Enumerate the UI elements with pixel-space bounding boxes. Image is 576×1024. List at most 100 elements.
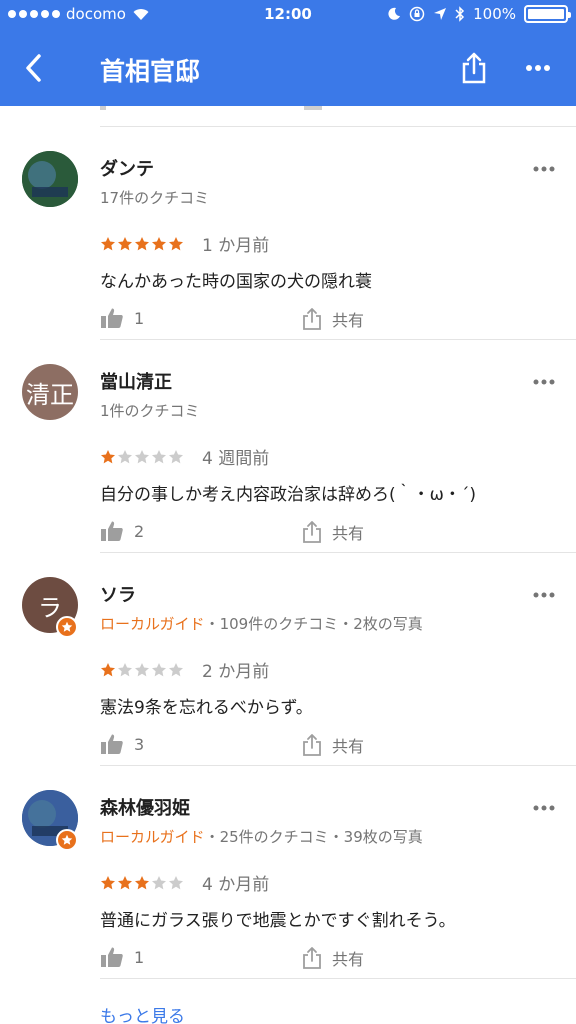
- review-date: 2 か月前: [202, 662, 270, 682]
- share-icon: [303, 947, 321, 969]
- review-text: なんかあった時の国家の犬の隠れ蓑: [100, 272, 372, 292]
- more-reviews-link[interactable]: もっと見る: [100, 1002, 185, 1024]
- more-horizontal-icon: [533, 166, 555, 172]
- rating-row: 4 週間前: [100, 444, 269, 469]
- share-label: 共有: [332, 737, 365, 756]
- star-rating: [100, 449, 184, 465]
- local-guide-star-icon: [56, 616, 78, 638]
- star-rating: [100, 236, 184, 252]
- rating-row: 4 か月前: [100, 870, 269, 895]
- share-icon: [303, 734, 321, 756]
- reviewer-name[interactable]: 當山清正: [100, 368, 172, 394]
- like-count: 3: [134, 734, 145, 754]
- share-button[interactable]: [454, 48, 494, 88]
- location-arrow-icon: [434, 8, 447, 20]
- thumbs-up-icon: [101, 521, 123, 541]
- avatar-initial: ラ: [38, 593, 62, 622]
- more-options-button[interactable]: [518, 48, 558, 88]
- back-button[interactable]: [16, 50, 52, 86]
- share-label: 共有: [332, 950, 365, 969]
- page-title: 首相官邸: [100, 57, 201, 86]
- like-count: 2: [134, 521, 145, 541]
- battery-percent: 100%: [473, 5, 516, 23]
- wifi-icon: [133, 9, 149, 20]
- thumbs-up-icon: [101, 308, 123, 328]
- review-options-button[interactable]: [528, 798, 560, 818]
- local-guide-star-icon: [56, 829, 78, 851]
- carrier-label: docomo: [66, 5, 126, 23]
- signal-strength-icon: [8, 10, 60, 18]
- chevron-left-icon: [26, 54, 41, 82]
- rotation-lock-icon: [409, 6, 425, 22]
- share-review-button[interactable]: 共有: [302, 520, 364, 544]
- reviewer-meta: ローカルガイド・25件のクチコミ・39枚の写真: [100, 826, 423, 847]
- reviewer-meta: 17件のクチコミ: [100, 187, 209, 208]
- top-app-bar: docomo 12:00 100% 首相官邸: [0, 0, 576, 106]
- review-item: 清正 當山清正 1件のクチコミ 4 週間前自分の事しか考え内容政治家は辞めろ(｀・ω・…: [0, 340, 576, 553]
- rating-row: 1 か月前: [100, 231, 269, 256]
- status-bar: docomo 12:00 100%: [0, 0, 576, 30]
- review-options-button[interactable]: [528, 372, 560, 392]
- review-text: 自分の事しか考え内容政治家は辞めろ(｀・ω・´): [100, 485, 476, 505]
- previous-review-edge: [100, 106, 576, 127]
- local-guide-label: ローカルガイド: [100, 615, 205, 633]
- thumbs-up-icon: [101, 734, 123, 754]
- share-review-button[interactable]: 共有: [302, 307, 364, 331]
- review-item: ラ ソラローカルガイド・109件のクチコミ・2枚の写真 2 か月前憲法9条を忘れるべ…: [0, 553, 576, 766]
- moon-icon: [388, 7, 401, 20]
- battery-fill: [528, 9, 564, 19]
- review-date: 4 週間前: [202, 449, 270, 469]
- share-label: 共有: [332, 311, 365, 330]
- rating-row: 2 か月前: [100, 657, 269, 682]
- review-options-button[interactable]: [528, 159, 560, 179]
- share-review-button[interactable]: 共有: [302, 733, 364, 757]
- more-horizontal-icon: [533, 592, 555, 598]
- reviews-container: ダンテ 17件のクチコミ 1 か月前 なんかあった時の国家の犬の隠れ蓑 1 共有 清正 當山清…: [0, 127, 576, 979]
- review-count: ・25件のクチコミ・39枚の写真: [204, 828, 423, 846]
- avatar-initial: 清正: [26, 380, 74, 409]
- nav-row: 首相官邸: [0, 40, 576, 96]
- thumbs-up-icon: [101, 947, 123, 967]
- review-count: 1件のクチコミ: [100, 402, 200, 420]
- star-rating: [100, 662, 184, 678]
- review-item: 森林優羽姫ローカルガイド・25件のクチコミ・39枚の写真 4 か月前普通にガラス張…: [0, 766, 576, 979]
- like-button[interactable]: 1: [100, 946, 144, 968]
- reviewer-meta: 1件のクチコミ: [100, 400, 200, 421]
- more-horizontal-icon: [526, 65, 550, 71]
- share-icon: [462, 52, 486, 84]
- like-button[interactable]: 2: [100, 520, 144, 542]
- reviewer-name[interactable]: ダンテ: [100, 155, 154, 181]
- bluetooth-icon: [455, 6, 465, 22]
- review-text: 普通にガラス張りで地震とかですぐ割れそう。: [100, 911, 456, 931]
- share-review-button[interactable]: 共有: [302, 946, 364, 970]
- like-count: 1: [134, 947, 145, 967]
- avatar[interactable]: [22, 151, 78, 207]
- avatar[interactable]: 清正: [22, 364, 78, 420]
- reviewer-name[interactable]: ソラ: [100, 581, 136, 607]
- like-count: 1: [134, 308, 145, 328]
- reviewer-name[interactable]: 森林優羽姫: [100, 794, 190, 820]
- local-guide-label: ローカルガイド: [100, 828, 205, 846]
- like-button[interactable]: 3: [100, 733, 144, 755]
- divider: [100, 978, 576, 979]
- review-date: 4 か月前: [202, 875, 270, 895]
- like-button[interactable]: 1: [100, 307, 144, 329]
- review-item: ダンテ 17件のクチコミ 1 か月前なんかあった時の国家の犬の隠れ蓑 1 共有: [0, 127, 576, 340]
- status-right: 100%: [387, 5, 571, 23]
- star-rating: [100, 875, 184, 891]
- more-horizontal-icon: [533, 379, 555, 385]
- battery-icon: [524, 5, 571, 23]
- status-left: docomo: [8, 5, 150, 23]
- review-count: 17件のクチコミ: [100, 189, 210, 207]
- review-list[interactable]: ダンテ 17件のクチコミ 1 か月前 なんかあった時の国家の犬の隠れ蓑 1 共有 清正 當山清…: [0, 106, 576, 1024]
- share-icon: [303, 308, 321, 330]
- share-label: 共有: [332, 524, 365, 543]
- reviewer-meta: ローカルガイド・109件のクチコミ・2枚の写真: [100, 613, 423, 634]
- share-icon: [303, 521, 321, 543]
- review-text: 憲法9条を忘れるべからず。: [100, 698, 313, 718]
- review-count: ・109件のクチコミ・2枚の写真: [204, 615, 423, 633]
- avatar-photo: [22, 151, 78, 207]
- more-horizontal-icon: [533, 805, 555, 811]
- review-date: 1 か月前: [202, 236, 270, 256]
- review-options-button[interactable]: [528, 585, 560, 605]
